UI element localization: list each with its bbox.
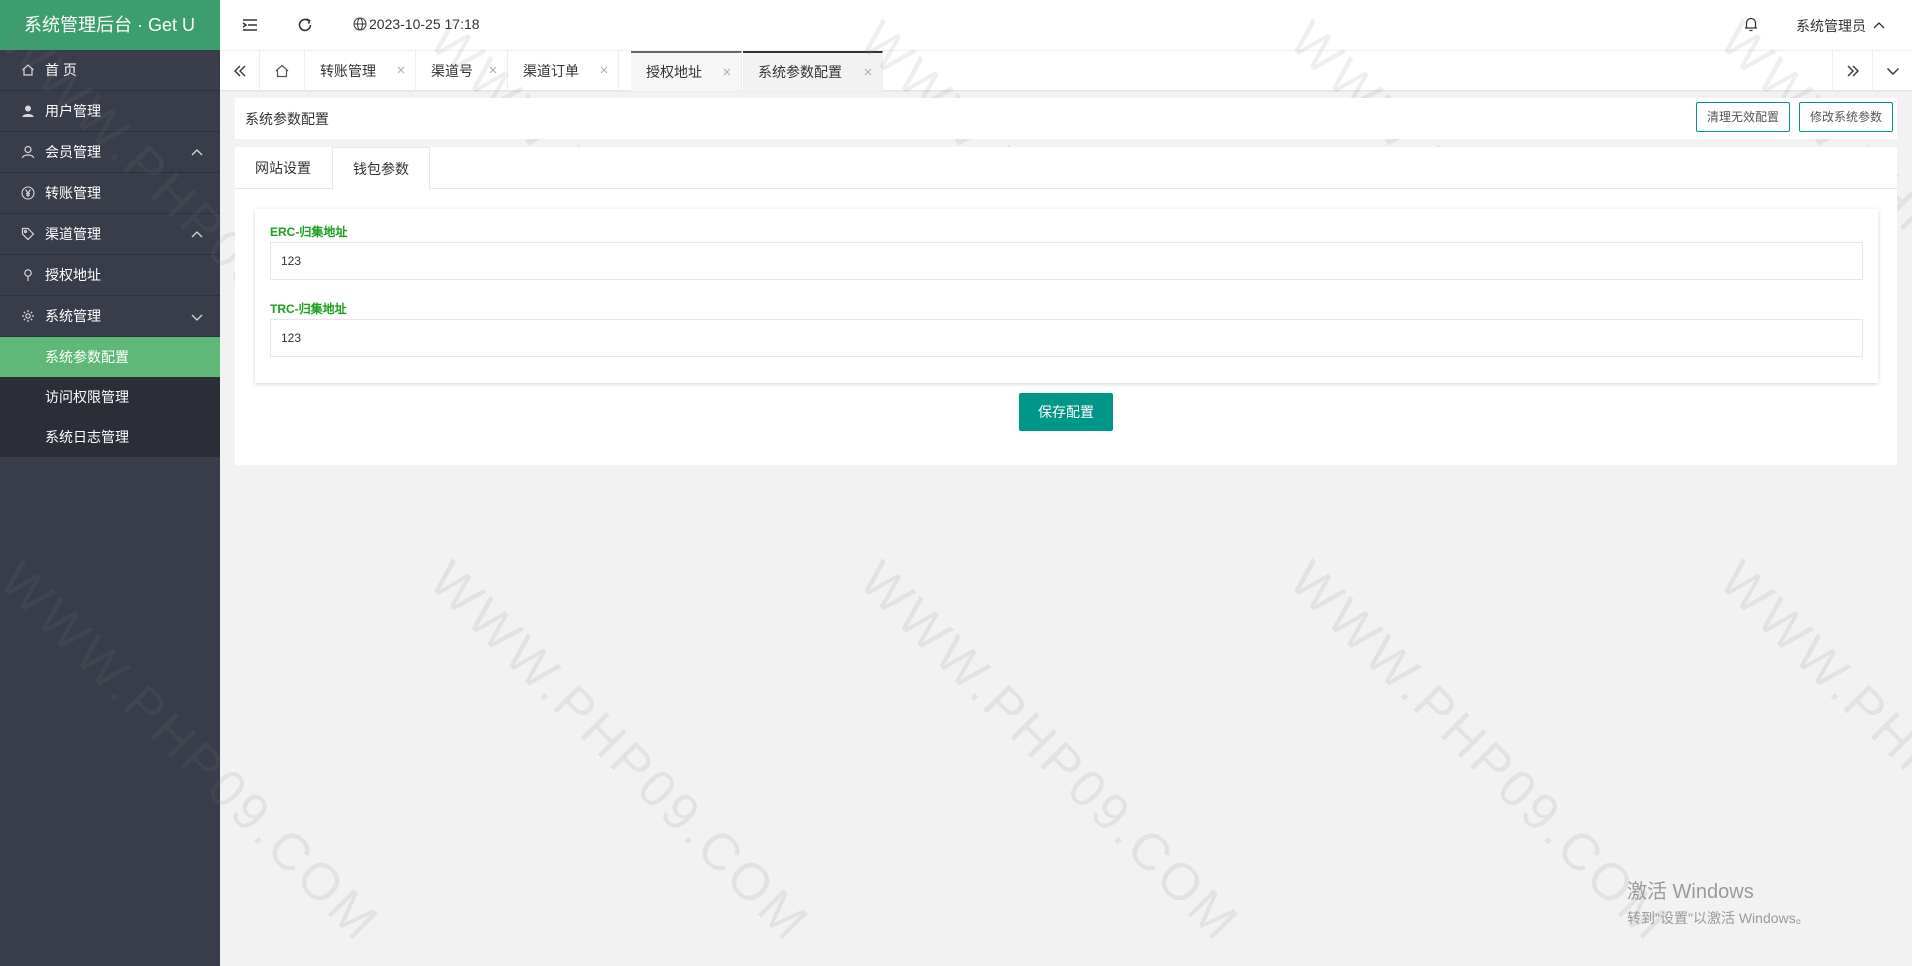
trc-address-label: TRC-归集地址: [270, 302, 347, 316]
globe-icon: [353, 17, 367, 31]
chevron-up-icon: [191, 149, 203, 156]
close-icon[interactable]: [395, 64, 407, 76]
sidebar-item-home[interactable]: 首 页: [0, 50, 220, 91]
user-name: 系统管理员: [1796, 18, 1866, 34]
top-header: 2023-10-25 17:18 系统管理员: [220, 0, 1912, 50]
tab-site-settings[interactable]: 网站设置: [235, 147, 331, 189]
sidebar-item-system[interactable]: 系统管理: [0, 296, 220, 337]
home-icon: [275, 64, 289, 78]
sidebar-item-label: 用户管理: [45, 103, 101, 119]
chevron-up-icon: [191, 231, 203, 238]
tab-label: 授权地址: [646, 64, 702, 80]
system-submenu: 系统参数配置 访问权限管理 系统日志管理: [0, 337, 220, 457]
tab-wallet-params[interactable]: 钱包参数: [332, 147, 430, 190]
page-title: 系统参数配置: [245, 111, 329, 127]
user-icon: [20, 103, 36, 119]
edit-system-params-button[interactable]: 修改系统参数: [1799, 102, 1894, 132]
close-icon[interactable]: [721, 66, 733, 78]
wallet-params-panel: ERC-归集地址 TRC-归集地址: [255, 209, 1878, 383]
clear-invalid-config-button[interactable]: 清理无效配置: [1696, 102, 1791, 132]
sidebar-item-label: 转账管理: [45, 185, 101, 201]
sidebar-item-label: 首 页: [45, 62, 77, 78]
datetime-text: 2023-10-25 17:18: [369, 16, 480, 32]
watermark: WWW.PHP09.COM: [848, 550, 1251, 954]
menu-fold-icon[interactable]: [240, 15, 260, 35]
tab-label: 渠道号: [431, 63, 473, 79]
sidebar-subitem-system-logs[interactable]: 系统日志管理: [0, 417, 220, 457]
sidebar-item-label: 渠道管理: [45, 226, 101, 242]
chevron-down-icon: [1886, 68, 1899, 75]
page-header: 系统参数配置 清理无效配置 修改系统参数: [235, 98, 1897, 139]
tab-bar: 转账管理 渠道号 渠道订单 授权地址 系统参数配置: [220, 50, 1912, 91]
bell-icon[interactable]: [1742, 15, 1760, 33]
sidebar-subitem-access-control[interactable]: 访问权限管理: [0, 377, 220, 417]
sidebar-item-label: 系统管理: [45, 308, 101, 324]
tag-icon: [20, 226, 36, 242]
erc-address-input[interactable]: [270, 242, 1863, 280]
tab-transfers[interactable]: 转账管理: [305, 51, 416, 91]
tabs-scroll-right-button[interactable]: [1832, 51, 1872, 91]
refresh-icon[interactable]: [295, 15, 315, 35]
sidebar-item-transfers[interactable]: 转账管理: [0, 173, 220, 214]
watermark: WWW.PHP09.COM: [418, 550, 821, 954]
tabs-menu-button[interactable]: [1872, 51, 1912, 91]
activation-subtitle: 转到"设置"以激活 Windows。: [1627, 910, 1810, 926]
tab-label: 渠道订单: [523, 63, 579, 79]
config-card: 网站设置 钱包参数 ERC-归集地址 TRC-归集地址 保存配置: [235, 147, 1897, 465]
tabs-scroll-left-button[interactable]: [220, 51, 260, 91]
sidebar-item-users[interactable]: 用户管理: [0, 91, 220, 132]
save-config-button[interactable]: 保存配置: [1019, 393, 1113, 431]
chevron-down-icon: [191, 314, 203, 321]
sidebar-item-channels[interactable]: 渠道管理: [0, 214, 220, 255]
app-logo-title[interactable]: 系统管理后台 · Get U: [0, 0, 220, 50]
close-icon[interactable]: [487, 64, 499, 76]
close-icon[interactable]: [598, 64, 610, 76]
chevron-up-icon: [1873, 22, 1885, 29]
tab-system-params[interactable]: 系统参数配置: [743, 51, 883, 91]
erc-address-label: ERC-归集地址: [270, 225, 348, 239]
tab-home[interactable]: [260, 51, 305, 91]
watermark: WWW.PHP09.COM: [1278, 550, 1681, 954]
tab-auth-address[interactable]: 授权地址: [631, 51, 742, 91]
sidebar: 系统管理后台 · Get U 首 页 用户管理 会员管理 转账管理 渠道管理 授…: [0, 0, 220, 966]
close-icon[interactable]: [862, 66, 874, 78]
tab-label: 转账管理: [320, 63, 376, 79]
tab-channel-orders[interactable]: 渠道订单: [508, 51, 619, 91]
member-icon: [20, 144, 36, 160]
trc-address-input[interactable]: [270, 319, 1863, 357]
location-icon: [20, 267, 36, 283]
yen-icon: [20, 185, 36, 201]
tab-channel-no[interactable]: 渠道号: [416, 51, 508, 91]
sidebar-subitem-system-params[interactable]: 系统参数配置: [0, 337, 220, 377]
datetime-display: 2023-10-25 17:18: [353, 16, 480, 32]
sidebar-item-label: 会员管理: [45, 144, 101, 160]
sidebar-item-label: 授权地址: [45, 267, 101, 283]
activation-title: 激活 Windows: [1627, 881, 1754, 903]
user-menu[interactable]: 系统管理员: [1796, 16, 1886, 36]
windows-activation-notice: 激活 Windows 转到"设置"以激活 Windows。: [1627, 875, 1810, 928]
tab-label: 系统参数配置: [758, 64, 842, 80]
home-icon: [20, 62, 36, 78]
gear-icon: [20, 308, 36, 324]
sidebar-item-auth-address[interactable]: 授权地址: [0, 255, 220, 296]
config-tabs: 网站设置 钱包参数: [235, 147, 1897, 190]
double-chevron-right-icon: [1847, 65, 1859, 77]
sidebar-item-members[interactable]: 会员管理: [0, 132, 220, 173]
double-chevron-left-icon: [233, 65, 245, 77]
